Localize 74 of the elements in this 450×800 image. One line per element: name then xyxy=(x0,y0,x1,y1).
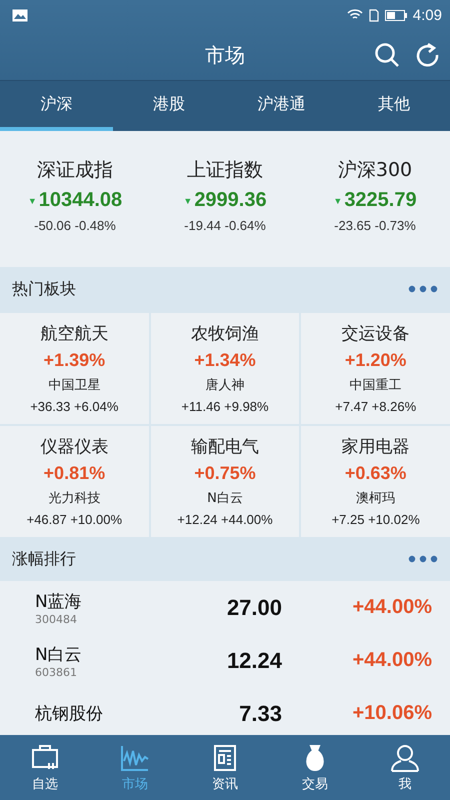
sector-name: 航空航天 xyxy=(40,323,108,345)
stock-name: N白云 xyxy=(35,644,83,666)
sector-card[interactable]: 家用电器 +0.63% 澳柯玛 +7.25 +10.02% xyxy=(301,426,450,537)
leader-change: +12.24 +44.00% xyxy=(177,512,273,527)
leader-stock: 中国重工 xyxy=(350,377,402,394)
sector-percent: +0.63% xyxy=(344,463,406,484)
sector-percent: +1.20% xyxy=(344,350,406,371)
sector-card[interactable]: 输配电气 +0.75% N白云 +12.24 +44.00% xyxy=(150,426,300,537)
stock-price: 27.00 xyxy=(226,594,282,620)
market-tab[interactable]: 沪港通 xyxy=(225,81,338,131)
nav-tab[interactable]: 我 xyxy=(360,735,450,800)
index-name: 上证指数 xyxy=(187,158,263,183)
stock-name: 杭钢股份 xyxy=(35,703,104,725)
search-icon[interactable] xyxy=(374,42,400,68)
stock-percent: +10.06% xyxy=(351,702,432,725)
index-change: -19.44 -0.64% xyxy=(184,218,266,233)
down-arrow: ▼ xyxy=(183,196,192,206)
sector-name: 输配电气 xyxy=(190,436,259,458)
sector-name: 交运设备 xyxy=(342,323,410,345)
index-value: 2999.36 xyxy=(194,189,267,212)
stock-percent: +44.00% xyxy=(351,649,432,672)
index-name: 沪深300 xyxy=(338,158,412,183)
sector-card[interactable]: 航空航天 +1.39% 中国卫星 +36.33 +6.04% xyxy=(0,313,149,424)
stock-price: 12.24 xyxy=(226,648,282,674)
refresh-icon[interactable] xyxy=(414,42,440,68)
leader-change: +7.47 +8.26% xyxy=(335,399,416,414)
sector-percent: +0.75% xyxy=(194,463,256,484)
leader-change: +36.33 +6.04% xyxy=(30,399,118,414)
sector-card[interactable]: 仪器仪表 +0.81% 光力科技 +46.87 +10.00% xyxy=(0,426,149,537)
leader-stock: N白云 xyxy=(207,490,243,507)
battery-icon xyxy=(384,10,407,20)
down-arrow: ▼ xyxy=(28,196,37,206)
index-value: 3225.79 xyxy=(344,189,417,212)
section-title: 热门板块 xyxy=(12,278,76,300)
header-title: 市场 xyxy=(205,42,245,68)
section-title: 涨幅排行 xyxy=(12,548,76,570)
leader-stock: 唐人神 xyxy=(205,377,244,394)
down-arrow: ▼ xyxy=(333,196,342,206)
index-change: -23.65 -0.73% xyxy=(334,218,416,233)
index-change: -50.06 -0.48% xyxy=(34,218,116,233)
more-icon[interactable] xyxy=(408,285,438,293)
picture-icon xyxy=(12,8,28,22)
stock-percent: +44.00% xyxy=(351,596,432,619)
market-tab[interactable]: 沪深 xyxy=(0,81,112,131)
leader-change: +7.25 +10.02% xyxy=(332,512,420,527)
index-value: 10344.08 xyxy=(38,189,122,212)
sector-name: 仪器仪表 xyxy=(40,436,108,458)
more-icon[interactable] xyxy=(408,555,438,563)
leader-stock: 中国卫星 xyxy=(48,377,100,394)
sector-card[interactable]: 交运设备 +1.20% 中国重工 +7.47 +8.26% xyxy=(301,313,450,424)
market-tab[interactable]: 港股 xyxy=(112,81,225,131)
stock-code: 300484 xyxy=(35,612,78,626)
nav-tab[interactable]: 资讯 xyxy=(180,735,270,800)
leader-change: +11.46 +9.98% xyxy=(181,399,269,414)
index-name: 深证成指 xyxy=(37,158,113,183)
wifi-icon xyxy=(346,9,363,21)
sector-card[interactable]: 农牧饲渔 +1.34% 唐人神 +11.46 +9.98% xyxy=(150,313,300,424)
sector-percent: +1.34% xyxy=(194,350,256,371)
sector-name: 农牧饲渔 xyxy=(190,323,259,345)
nav-tab[interactable]: 交易 xyxy=(270,735,360,800)
nav-tab[interactable]: 自选 xyxy=(0,735,90,800)
sector-name: 家用电器 xyxy=(342,436,410,458)
leader-stock: 澳柯玛 xyxy=(356,490,396,507)
market-tab[interactable]: 其他 xyxy=(338,81,450,131)
status-time: 4:09 xyxy=(412,6,442,24)
sector-percent: +1.39% xyxy=(44,350,106,371)
stock-code: 603861 xyxy=(35,666,78,678)
leader-change: +46.87 +10.00% xyxy=(26,512,122,527)
leader-stock: 光力科技 xyxy=(48,490,100,507)
sector-percent: +0.81% xyxy=(44,463,106,484)
stock-price: 7.33 xyxy=(238,700,282,726)
sim-icon xyxy=(368,8,379,22)
stock-name: N蓝海 xyxy=(35,590,83,612)
person-icon xyxy=(389,742,421,772)
